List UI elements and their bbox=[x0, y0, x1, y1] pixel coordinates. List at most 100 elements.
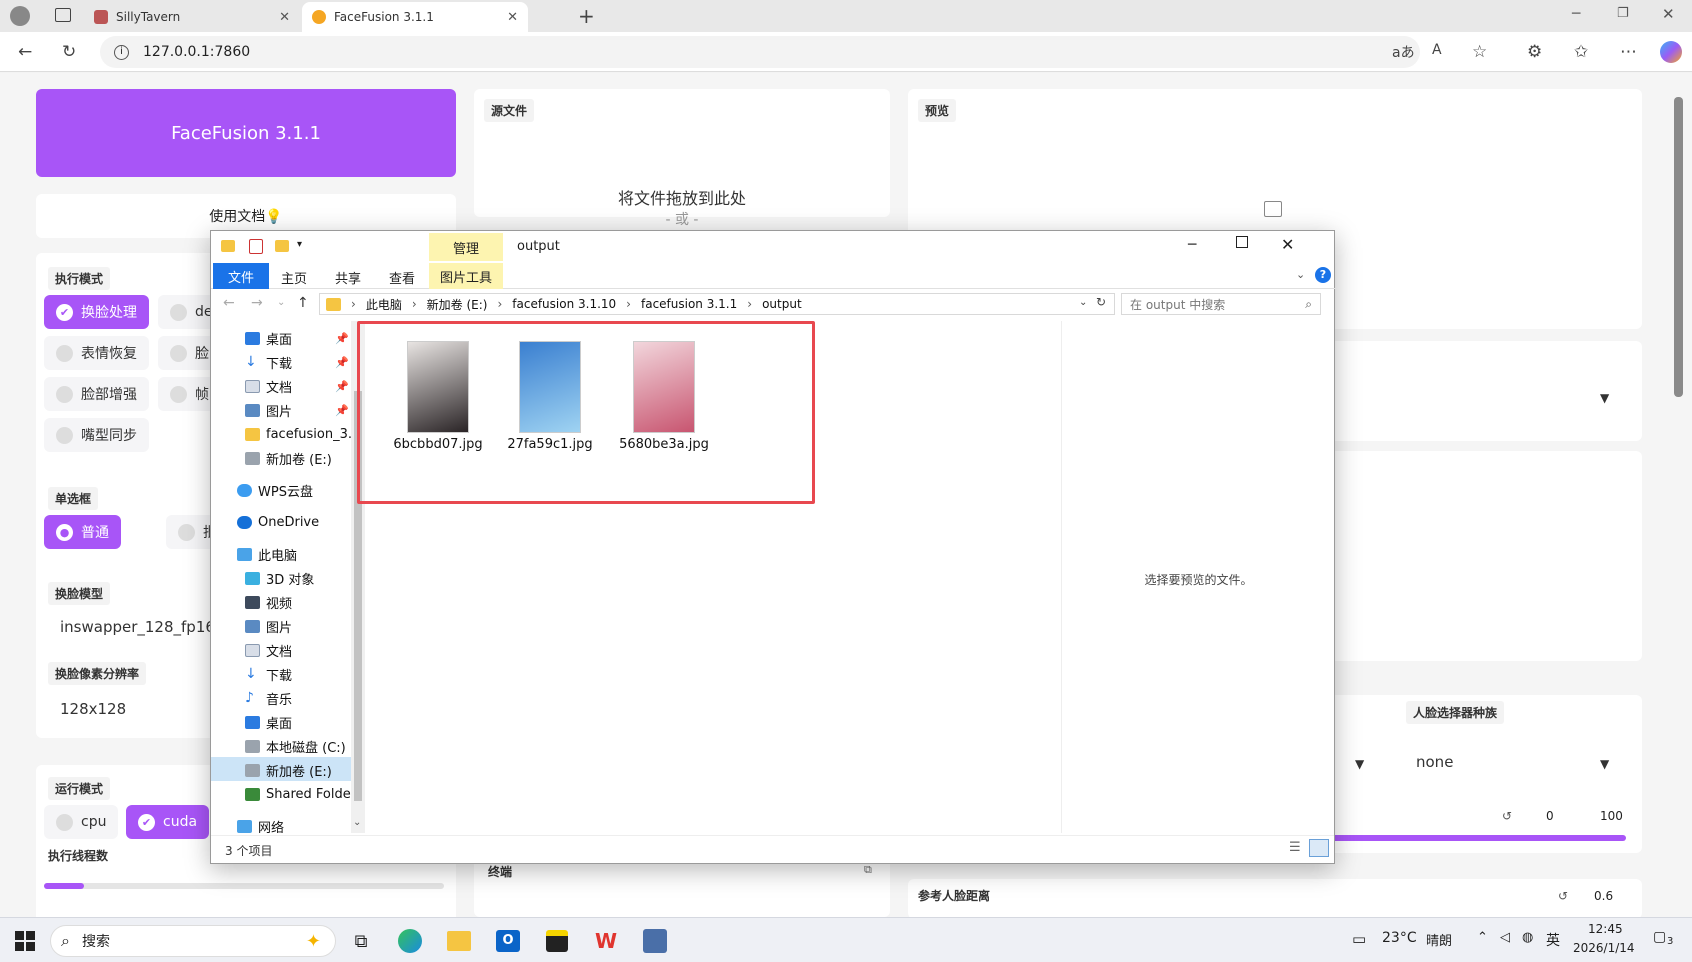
tab-facefusion[interactable]: FaceFusion 3.1.1 ✕ bbox=[302, 2, 528, 32]
nav-this-pc[interactable]: 此电脑 bbox=[237, 543, 297, 565]
new-folder-icon[interactable] bbox=[275, 240, 289, 252]
nav-documents[interactable]: 文档 📌 bbox=[245, 375, 349, 397]
restore-icon[interactable]: ❐ bbox=[1617, 6, 1629, 21]
file-item[interactable]: 27fa59c1.jpg bbox=[495, 341, 605, 452]
exec-option-lip-sync[interactable]: 嘴型同步 bbox=[44, 418, 149, 452]
model-dropdown[interactable]: inswapper_128_fp16 bbox=[60, 618, 215, 636]
reset-icon[interactable]: ↺ bbox=[1502, 809, 1512, 823]
resolution-dropdown[interactable]: 128x128 bbox=[60, 700, 126, 718]
reset-icon[interactable]: ↺ bbox=[1558, 889, 1568, 903]
nav-pictures-pc[interactable]: 图片 bbox=[245, 615, 292, 637]
radio-normal[interactable]: ● 普通 bbox=[44, 515, 121, 549]
weather-text[interactable]: 晴朗 bbox=[1426, 930, 1452, 949]
breadcrumb[interactable]: › 此电脑 › 新加卷 (E:) › facefusion 3.1.10 › face… bbox=[319, 293, 1115, 315]
nav-downloads-pc[interactable]: ↓ 下载 bbox=[245, 663, 292, 685]
refresh-icon[interactable]: ↻ bbox=[62, 42, 76, 62]
read-aloud-icon[interactable]: A bbox=[1432, 42, 1442, 58]
close-icon[interactable]: ✕ bbox=[1281, 235, 1294, 254]
nav-3d-objects[interactable]: 3D 对象 bbox=[245, 567, 314, 589]
tab-sillytavern[interactable]: SillyTavern ✕ bbox=[84, 2, 300, 32]
range-max[interactable]: 100 bbox=[1600, 809, 1623, 823]
nav-desktop[interactable]: 桌面 📌 bbox=[245, 327, 349, 349]
refresh-icon[interactable]: ↻ bbox=[1096, 295, 1106, 309]
run-option-cpu[interactable]: cpu bbox=[44, 805, 119, 839]
file-explorer-icon[interactable] bbox=[442, 924, 476, 958]
favorite-star-icon[interactable]: ☆ bbox=[1472, 42, 1487, 62]
breadcrumb-item[interactable]: facefusion 3.1.1 bbox=[641, 297, 737, 311]
ribbon-tab-file[interactable]: 文件 bbox=[213, 263, 269, 289]
more-icon[interactable]: ⋯ bbox=[1620, 42, 1637, 62]
ime-indicator[interactable]: 英 bbox=[1546, 930, 1560, 950]
task-view-icon[interactable]: ⧉ bbox=[344, 924, 378, 958]
nav-downloads[interactable]: ↓ 下载 📌 bbox=[245, 351, 349, 373]
exec-option-expression[interactable]: 表情恢复 bbox=[44, 336, 149, 370]
weather-temp[interactable]: 23°C bbox=[1382, 930, 1417, 946]
properties-icon[interactable] bbox=[249, 239, 263, 254]
threads-slider[interactable] bbox=[44, 883, 444, 889]
dropdown-arrow-icon[interactable]: ▼ bbox=[1600, 391, 1609, 405]
recent-dropdown-icon[interactable]: ⌄ bbox=[277, 297, 285, 308]
minimize-icon[interactable]: ─ bbox=[1572, 6, 1580, 22]
nav-desktop-pc[interactable]: 桌面 bbox=[245, 711, 292, 733]
breadcrumb-item[interactable]: 新加卷 (E:) bbox=[427, 296, 488, 313]
profile-avatar[interactable] bbox=[10, 6, 30, 26]
taskbar-search[interactable]: ⌕ 搜索 ✦ bbox=[50, 925, 336, 957]
nav-documents-pc[interactable]: 文档 bbox=[245, 639, 292, 661]
details-view-icon[interactable]: ☰ bbox=[1289, 840, 1301, 855]
nav-music[interactable]: ♪ 音乐 bbox=[245, 687, 292, 709]
ribbon-tab-view[interactable]: 查看 bbox=[389, 268, 415, 287]
back-icon[interactable]: ← bbox=[18, 42, 32, 62]
nav-onedrive[interactable]: OneDrive bbox=[237, 511, 319, 533]
large-icons-view-icon[interactable] bbox=[1309, 839, 1329, 857]
nav-shared-folders[interactable]: Shared Folders bbox=[245, 783, 359, 805]
nav-drive-e[interactable]: 新加卷 (E:) bbox=[245, 759, 332, 781]
exec-option-enhance[interactable]: 脸部增强 bbox=[44, 377, 149, 411]
dropdown-arrow-icon[interactable]: ▼ bbox=[1355, 757, 1364, 771]
help-icon[interactable]: ? bbox=[1315, 267, 1331, 283]
ribbon-tab-share[interactable]: 共享 bbox=[335, 268, 361, 287]
close-icon[interactable]: ✕ bbox=[279, 10, 290, 25]
exec-option-face-swap[interactable]: ✔ 换脸处理 bbox=[44, 295, 149, 329]
copy-icon[interactable]: ⧉ bbox=[864, 863, 872, 877]
weather-icon[interactable]: ▭ bbox=[1352, 930, 1366, 948]
page-scrollbar[interactable] bbox=[1674, 97, 1683, 397]
nav-facefusion-folder[interactable]: facefusion_3.1.1 bbox=[245, 423, 359, 445]
close-icon[interactable]: ✕ bbox=[507, 10, 518, 25]
nav-videos[interactable]: 视频 bbox=[245, 591, 292, 613]
qat-dropdown-icon[interactable]: ▾ bbox=[297, 239, 302, 250]
breadcrumb-item[interactable]: output bbox=[762, 297, 802, 311]
up-icon[interactable]: ↑ bbox=[297, 295, 309, 311]
ribbon-tab-home[interactable]: 主页 bbox=[281, 268, 307, 287]
copilot-icon[interactable] bbox=[1660, 41, 1682, 63]
forward-icon[interactable]: → bbox=[251, 295, 263, 311]
range-min[interactable]: 0 bbox=[1546, 809, 1554, 823]
edge-icon[interactable] bbox=[393, 924, 427, 958]
breadcrumb-item[interactable]: facefusion 3.1.10 bbox=[512, 297, 616, 311]
nav-pictures[interactable]: 图片 📌 bbox=[245, 399, 349, 421]
favorites-icon[interactable]: ✩ bbox=[1574, 42, 1588, 62]
app-icon[interactable] bbox=[638, 924, 672, 958]
run-option-cuda[interactable]: ✔ cuda bbox=[126, 805, 210, 839]
nav-drive-e-quick[interactable]: 新加卷 (E:) bbox=[245, 447, 332, 469]
nav-network[interactable]: 网络 bbox=[237, 815, 284, 833]
chevron-up-icon[interactable]: ⌃ bbox=[1477, 930, 1488, 945]
breadcrumb-item[interactable]: 此电脑 bbox=[366, 296, 402, 313]
back-icon[interactable]: ← bbox=[223, 295, 235, 311]
start-button[interactable] bbox=[8, 924, 42, 958]
explorer-search-input[interactable]: 在 output 中搜索 ⌕ bbox=[1121, 293, 1321, 315]
collapse-ribbon-icon[interactable]: ⌄ bbox=[1296, 268, 1305, 281]
outlook-icon[interactable]: O bbox=[491, 924, 525, 958]
wps-icon[interactable]: W bbox=[589, 924, 623, 958]
tab-actions-icon[interactable] bbox=[55, 8, 71, 22]
translate-icon[interactable]: aあ bbox=[1392, 42, 1415, 62]
file-item[interactable]: 6bcbbd07.jpg bbox=[383, 341, 493, 452]
manage-tab[interactable]: 管理 bbox=[429, 233, 503, 261]
nav-drive-c[interactable]: 本地磁盘 (C:) bbox=[245, 735, 346, 757]
minimize-icon[interactable]: ─ bbox=[1188, 237, 1196, 253]
site-info-icon[interactable]: i bbox=[114, 44, 129, 60]
ribbon-tab-picture-tools[interactable]: 图片工具 bbox=[429, 263, 503, 289]
extensions-icon[interactable]: ⚙ bbox=[1527, 42, 1542, 62]
new-tab-icon[interactable]: + bbox=[578, 4, 595, 28]
clock-date[interactable]: 2026/1/14 bbox=[1573, 941, 1635, 955]
ref-distance-value[interactable]: 0.6 bbox=[1594, 889, 1613, 903]
